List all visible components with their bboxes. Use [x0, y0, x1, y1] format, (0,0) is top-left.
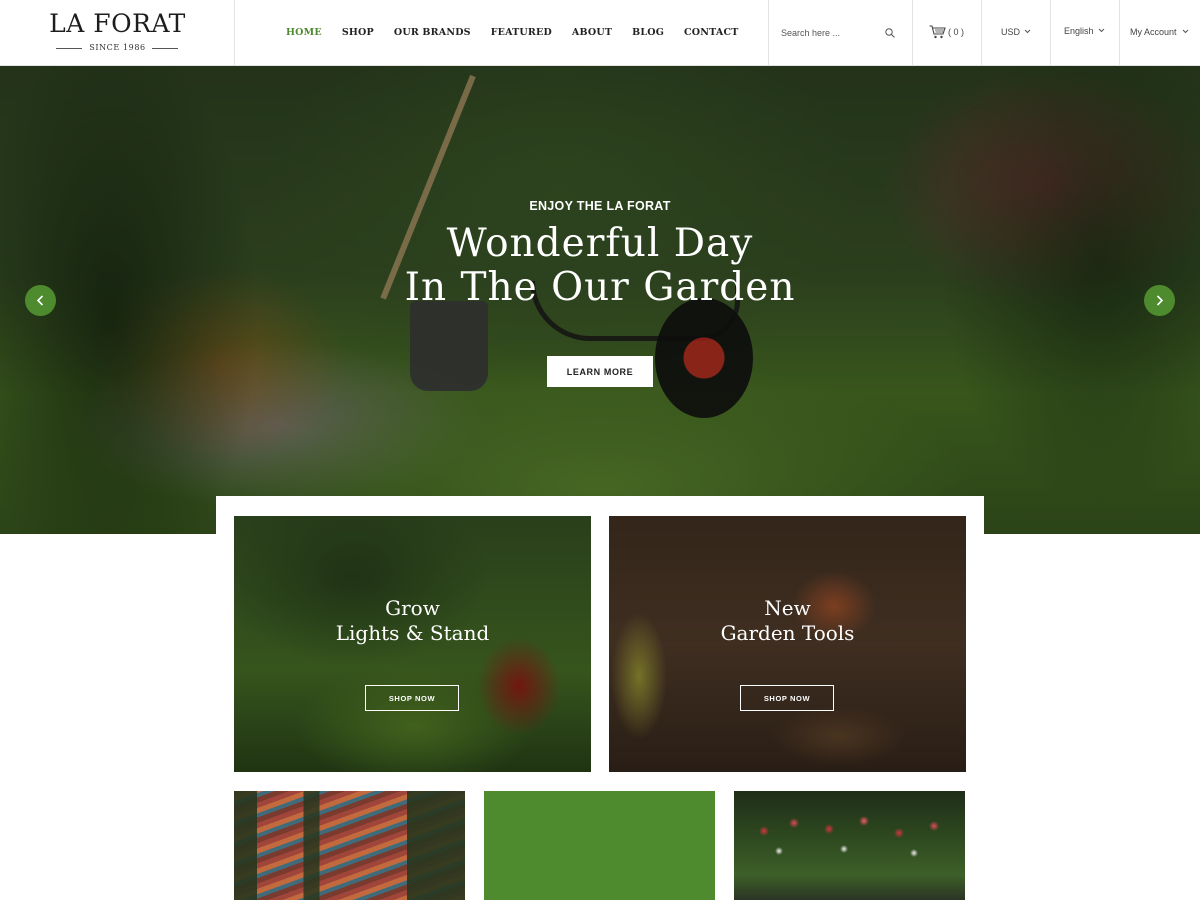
language-value: English [1064, 26, 1094, 36]
banner-title-line-2: Garden Tools [720, 621, 855, 645]
search-input[interactable] [781, 23, 881, 43]
slider-prev-button[interactable] [25, 285, 56, 316]
language-dropdown[interactable]: English [1051, 0, 1120, 65]
search-box [768, 0, 913, 65]
cart-icon [929, 25, 946, 39]
shop-now-button[interactable]: SHOP NOW [365, 685, 459, 711]
nav-item-our-brands[interactable]: OUR BRANDS [394, 27, 471, 38]
cart-button[interactable]: ( 0 ) [913, 0, 982, 65]
learn-more-button[interactable]: LEARN MORE [547, 356, 653, 387]
nav-item-shop[interactable]: SHOP [342, 27, 374, 38]
nav-item-blog[interactable]: BLOG [632, 27, 664, 38]
promo-tile-flowers[interactable] [734, 791, 965, 900]
banner-title-line-1: New [764, 596, 811, 620]
banner-garden-tools[interactable]: New Garden Tools SHOP NOW [609, 516, 966, 772]
promo-tile-gloves[interactable] [234, 791, 465, 900]
chevron-down-icon [1182, 29, 1189, 34]
hero-title: Wonderful Day In The Our Garden [0, 222, 1200, 310]
chevron-right-icon [1156, 295, 1164, 306]
main-nav: HOME SHOP OUR BRANDS FEATURED ABOUT BLOG… [286, 0, 759, 65]
site-header: LA FORAT SINCE 1986 HOME SHOP OUR BRANDS… [0, 0, 1200, 66]
hero-pretitle: ENJOY THE LA FORAT [529, 199, 671, 213]
account-label: My Account [1130, 27, 1177, 37]
hero-title-line-2: In The Our Garden [404, 265, 796, 310]
slider-next-button[interactable] [1144, 285, 1175, 316]
nav-item-contact[interactable]: CONTACT [684, 27, 738, 38]
currency-dropdown[interactable]: USD [982, 0, 1051, 65]
chevron-down-icon [1098, 28, 1105, 33]
logo[interactable]: LA FORAT SINCE 1986 [0, 0, 235, 65]
logo-name: LA FORAT [49, 9, 186, 38]
promo-tile-green[interactable] [484, 791, 715, 900]
search-icon[interactable] [885, 28, 895, 38]
currency-value: USD [1001, 27, 1021, 37]
banner-title: New Garden Tools [609, 596, 966, 646]
logo-divider-right [152, 48, 178, 49]
shop-now-button[interactable]: SHOP NOW [740, 685, 834, 711]
chevron-left-icon [36, 295, 44, 306]
nav-item-about[interactable]: ABOUT [572, 27, 612, 38]
nav-item-home[interactable]: HOME [286, 27, 322, 38]
banner-title: Grow Lights & Stand [234, 596, 591, 646]
hero-title-line-1: Wonderful Day [446, 221, 754, 266]
account-dropdown[interactable]: My Account [1120, 0, 1200, 65]
banner-title-line-1: Grow [385, 596, 440, 620]
banner-grow-lights[interactable]: Grow Lights & Stand SHOP NOW [234, 516, 591, 772]
nav-item-featured[interactable]: FEATURED [491, 27, 552, 38]
cart-count: ( 0 ) [948, 27, 965, 37]
banner-title-line-2: Lights & Stand [335, 621, 490, 645]
logo-tagline: SINCE 1986 [89, 43, 146, 52]
chevron-down-icon [1024, 29, 1031, 34]
hero-slider: ENJOY THE LA FORAT Wonderful Day In The … [0, 66, 1200, 534]
